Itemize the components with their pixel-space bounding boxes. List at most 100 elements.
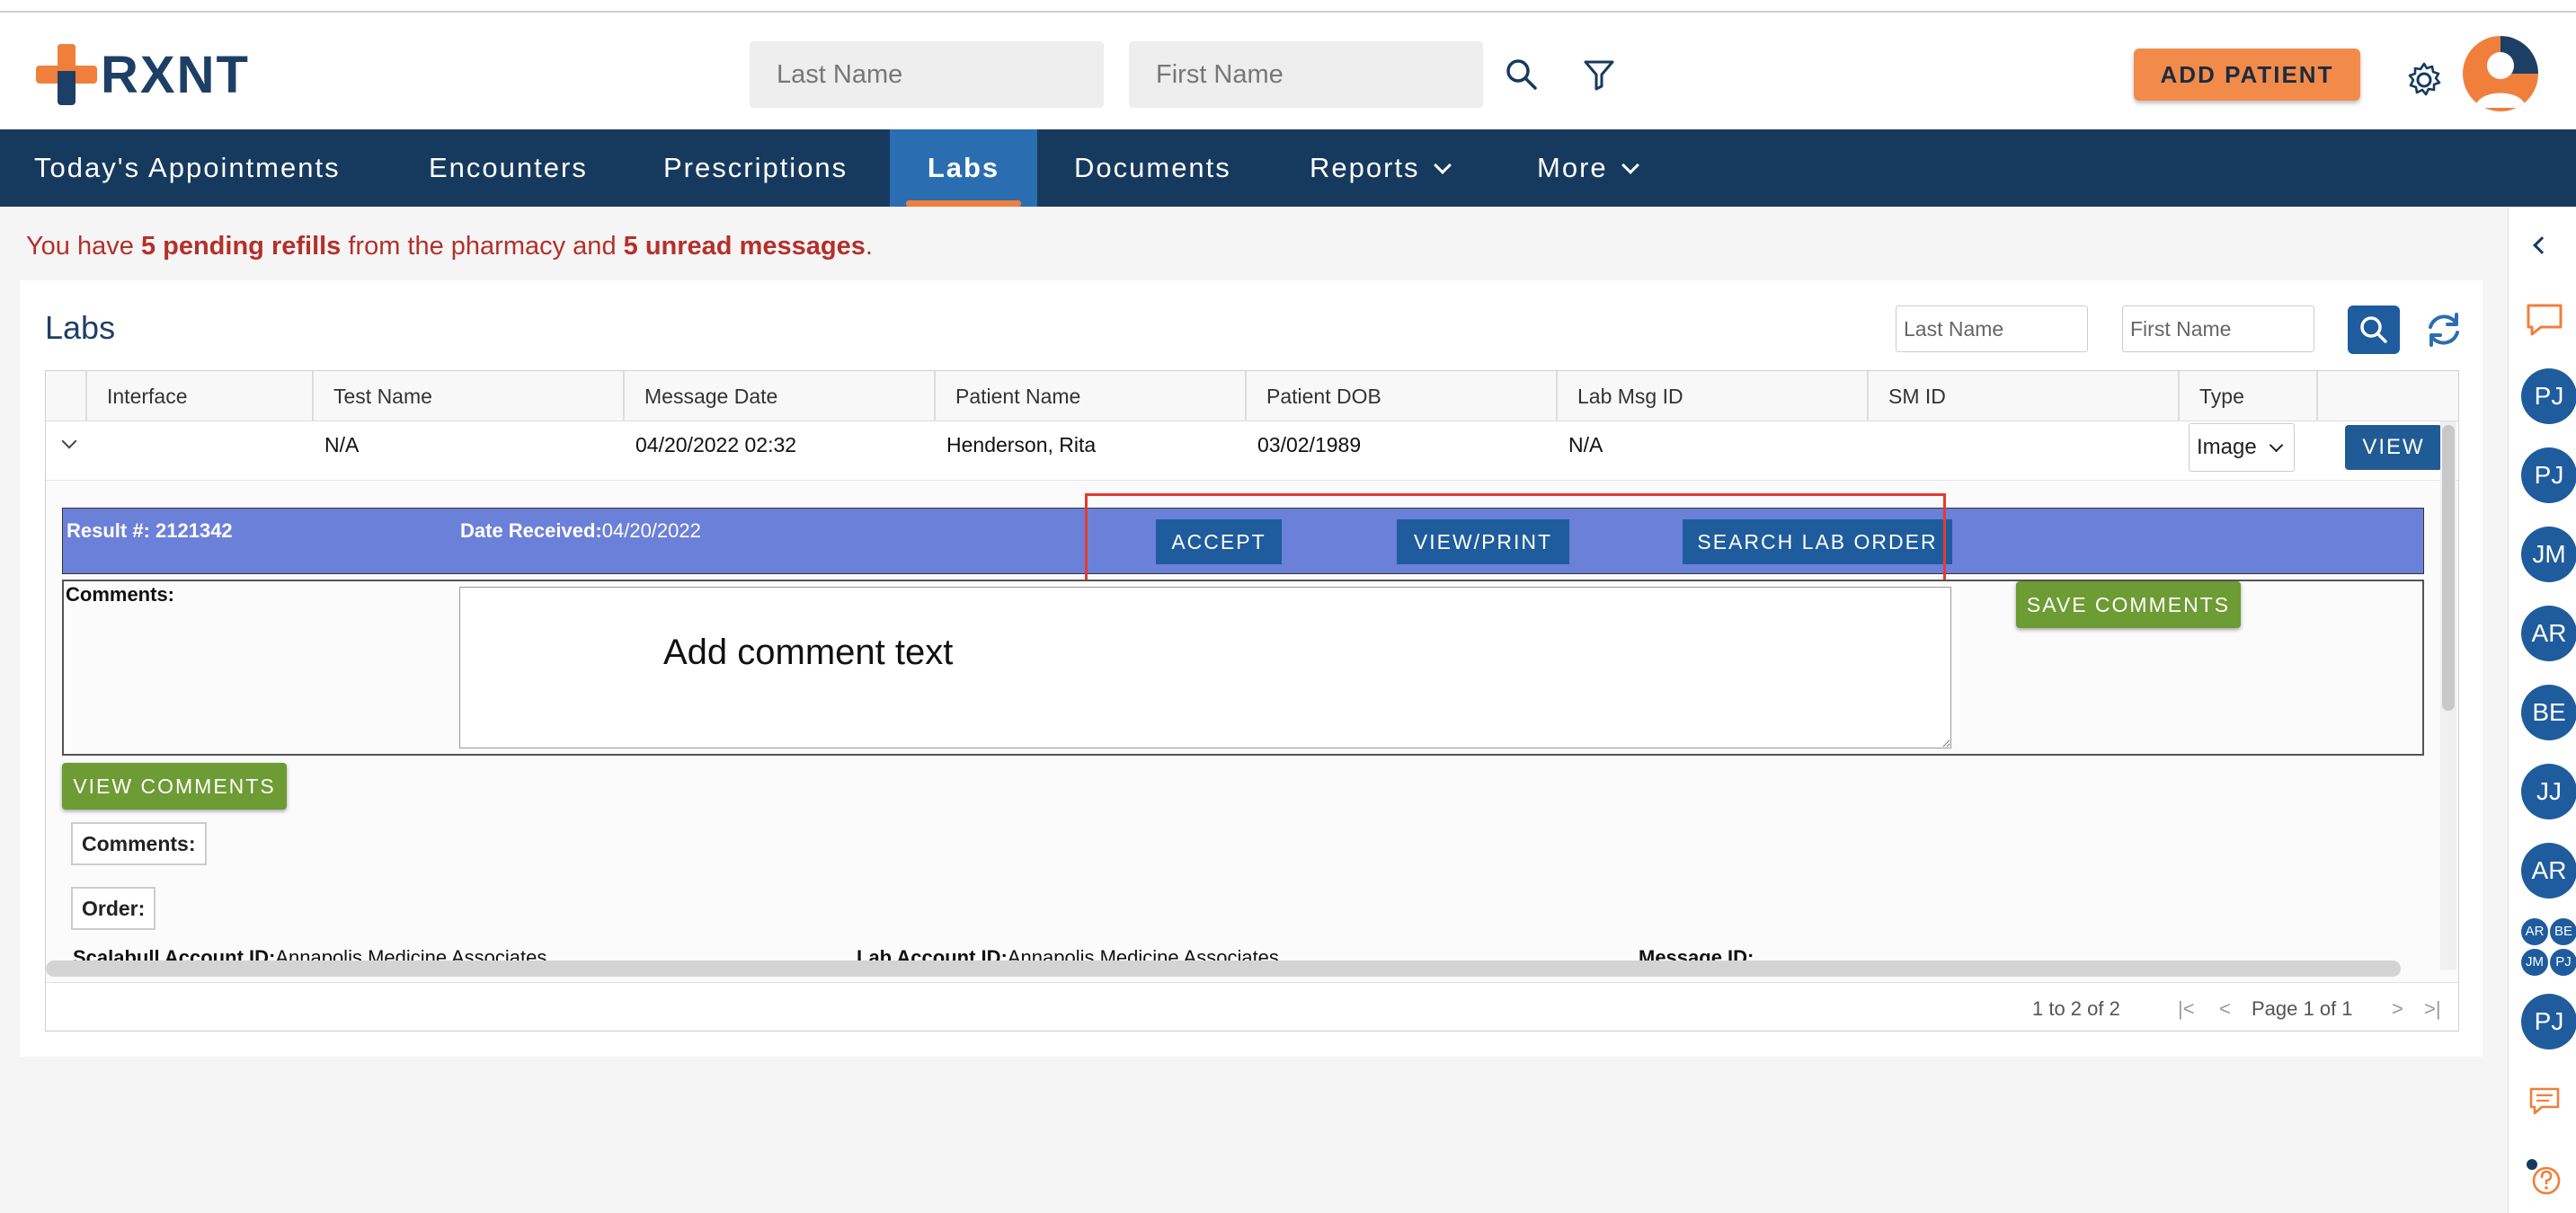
- avatar[interactable]: BE: [2521, 685, 2576, 740]
- avatar[interactable]: PJ: [2521, 994, 2576, 1049]
- comments-section: Comments: Add comment text SAVE COMMENTS: [62, 580, 2424, 756]
- type-select-value: Image: [2197, 435, 2257, 459]
- avatar[interactable]: JM: [2521, 527, 2576, 582]
- cell-message-date: 04/20/2022 02:32: [635, 433, 797, 456]
- nav-label: Reports: [1310, 152, 1420, 183]
- labs-search-button[interactable]: [2348, 305, 2400, 354]
- main-nav: Today's Appointments Encounters Prescrip…: [0, 129, 2576, 207]
- labs-panel: Labs Interface Test Name Message Date Pa…: [20, 280, 2483, 1057]
- nav-label: Today's Appointments: [34, 152, 341, 183]
- nav-more[interactable]: More: [1537, 129, 1639, 207]
- unread-messages-link[interactable]: 5 unread messages: [624, 232, 866, 261]
- save-comments-button[interactable]: SAVE COMMENTS: [2016, 581, 2241, 628]
- alert-text: .: [865, 232, 873, 261]
- avatar[interactable]: PJ: [2521, 368, 2576, 424]
- col-test-name[interactable]: Test Name: [312, 371, 623, 421]
- next-page-icon[interactable]: >: [2392, 997, 2403, 1021]
- pager-page: Page 1 of 1: [2252, 997, 2353, 1020]
- avatar[interactable]: AR: [2521, 918, 2548, 945]
- col-message-date[interactable]: Message Date: [623, 371, 934, 421]
- table-row[interactable]: N/A 04/20/2022 02:32 Henderson, Rita 03/…: [46, 421, 2458, 481]
- view-comments-button[interactable]: VIEW COMMENTS: [62, 763, 287, 810]
- filter-icon[interactable]: [1578, 54, 1620, 95]
- pending-alert: You have 5 pending refills from the phar…: [26, 232, 873, 261]
- help-icon[interactable]: [2523, 1155, 2566, 1199]
- avatar[interactable]: PJ: [2550, 949, 2576, 976]
- avatar[interactable]: JJ: [2521, 764, 2576, 819]
- nav-label: Encounters: [429, 152, 588, 183]
- col-interface[interactable]: Interface: [85, 371, 312, 421]
- cell-patient-name: Henderson, Rita: [946, 433, 1097, 456]
- chat-icon[interactable]: [2523, 300, 2566, 340]
- pager-range: 1 to 2 of 2: [2032, 997, 2120, 1020]
- grid-header: Interface Test Name Message Date Patient…: [46, 371, 2458, 421]
- nav-encounters[interactable]: Encounters: [429, 129, 588, 207]
- avatar[interactable]: PJ: [2521, 447, 2576, 503]
- message-icon[interactable]: [2527, 1084, 2563, 1120]
- chevron-left-icon[interactable]: [2533, 236, 2551, 254]
- first-page-icon[interactable]: |<: [2178, 997, 2195, 1021]
- nav-label: More: [1537, 152, 1608, 183]
- col-type[interactable]: Type: [2178, 371, 2318, 421]
- search-icon: [2360, 316, 2387, 343]
- horizontal-scrollbar[interactable]: [46, 961, 2401, 977]
- nav-documents[interactable]: Documents: [1074, 129, 1231, 207]
- cell-lab-msg-id: N/A: [1568, 433, 1603, 456]
- result-number-text: Result #: 2121342: [67, 519, 233, 542]
- user-avatar-icon: [2475, 36, 2538, 108]
- logo-text: RXNT: [101, 45, 250, 104]
- chevron-down-icon: [2269, 438, 2284, 453]
- type-select[interactable]: Image: [2189, 423, 2295, 472]
- cell-patient-dob: 03/02/1989: [1257, 433, 1362, 456]
- rxnt-logo[interactable]: RXNT: [36, 43, 250, 106]
- chevron-down-icon: [1433, 156, 1452, 174]
- chevron-down-icon[interactable]: [61, 433, 77, 449]
- comments-label: Comments:: [66, 583, 175, 606]
- gear-icon[interactable]: [2403, 59, 2445, 101]
- nav-todays-appointments[interactable]: Today's Appointments: [34, 129, 341, 207]
- cell-test-name: N/A: [324, 433, 360, 456]
- prev-page-icon[interactable]: <: [2219, 997, 2231, 1021]
- right-rail: PJ PJ JM AR BE JJ AR AR BE JM PJ PJ: [2508, 207, 2576, 1213]
- logo-cross-icon: [36, 44, 97, 105]
- vertical-scrollbar-thumb[interactable]: [2442, 425, 2455, 711]
- refresh-icon[interactable]: [2423, 309, 2465, 350]
- comments-tag: Comments:: [71, 822, 207, 865]
- labs-last-name-input[interactable]: [1896, 305, 2088, 352]
- pager: 1 to 2 of 2 |< < Page 1 of 1 > >|: [46, 982, 2458, 1031]
- avatar[interactable]: AR: [2521, 843, 2576, 899]
- nav-label: Labs: [927, 152, 1000, 183]
- labs-grid: Interface Test Name Message Date Patient…: [45, 370, 2459, 1031]
- avatar[interactable]: BE: [2550, 918, 2576, 945]
- nav-prescriptions[interactable]: Prescriptions: [663, 129, 848, 207]
- nav-labs[interactable]: Labs: [890, 129, 1037, 207]
- comment-textarea[interactable]: Add comment text: [459, 587, 1951, 748]
- nav-reports[interactable]: Reports: [1310, 129, 1452, 207]
- app-header: RXNT ADD PATIENT: [0, 13, 2576, 129]
- alert-text: You have: [26, 232, 141, 261]
- pending-refills-link[interactable]: 5 pending refills: [141, 232, 341, 261]
- order-tag: Order:: [71, 887, 156, 930]
- labs-first-name-input[interactable]: [2122, 305, 2314, 352]
- search-icon[interactable]: [1501, 54, 1542, 95]
- add-patient-button[interactable]: ADD PATIENT: [2134, 49, 2360, 101]
- header-first-name-input[interactable]: [1129, 41, 1483, 108]
- header-last-name-input[interactable]: [750, 41, 1104, 108]
- nav-label: Documents: [1074, 152, 1231, 183]
- col-patient-dob[interactable]: Patient DOB: [1245, 371, 1556, 421]
- col-sm-id[interactable]: SM ID: [1867, 371, 2178, 421]
- chevron-down-icon: [1621, 156, 1639, 174]
- date-received: Date Received:04/20/2022: [460, 519, 701, 543]
- top-border: [0, 0, 2576, 13]
- avatar[interactable]: JM: [2521, 949, 2548, 976]
- result-number: Result #: 2121342: [67, 519, 233, 543]
- col-patient-name[interactable]: Patient Name: [934, 371, 1245, 421]
- user-avatar[interactable]: [2463, 36, 2538, 111]
- nav-label: Prescriptions: [663, 152, 848, 183]
- date-received-value: 04/20/2022: [601, 519, 701, 542]
- avatar[interactable]: AR: [2521, 606, 2576, 661]
- view-button[interactable]: VIEW: [2345, 425, 2442, 470]
- date-received-label: Date Received:: [460, 519, 602, 542]
- col-lab-msg-id[interactable]: Lab Msg ID: [1556, 371, 1867, 421]
- last-page-icon[interactable]: >|: [2424, 997, 2441, 1021]
